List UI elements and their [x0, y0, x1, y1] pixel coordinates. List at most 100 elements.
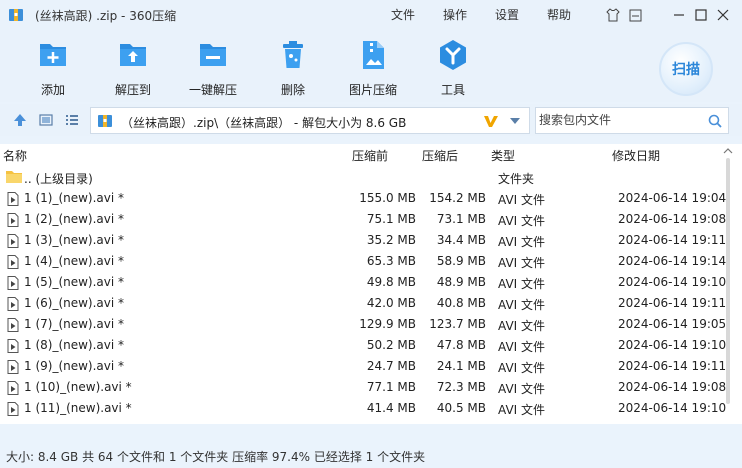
- file-name: 1 (6)_(new).avi *: [24, 296, 125, 310]
- col-name[interactable]: 名称: [3, 147, 27, 164]
- trash-icon: [283, 41, 303, 68]
- menu-file[interactable]: 文件: [391, 6, 415, 23]
- file-name: 1 (3)_(new).avi *: [24, 233, 125, 247]
- file-row[interactable]: 1 (8)_(new).avi * 50.2 MB 47.8 MB AVI 文件 202…: [0, 335, 726, 356]
- file-size-before: 155.0 MB: [359, 191, 416, 205]
- image-compress-label: 图片压缩: [348, 83, 397, 97]
- col-compressed-before[interactable]: 压缩前: [352, 147, 388, 164]
- file-size-after: 40.8 MB: [436, 296, 486, 310]
- add-icon: [40, 44, 66, 66]
- file-name: 1 (2)_(new).avi *: [24, 212, 125, 226]
- file-row[interactable]: 1 (7)_(new).avi * 129.9 MB 123.7 MB AVI 文件 2…: [0, 314, 726, 335]
- folder-icon: [6, 171, 22, 183]
- file-size-after: 34.4 MB: [436, 233, 486, 247]
- file-size-after: 73.1 MB: [436, 212, 486, 226]
- menu-operate[interactable]: 操作: [443, 6, 467, 23]
- video-file-icon: [7, 234, 19, 248]
- file-size-before: 129.9 MB: [359, 317, 416, 331]
- file-row[interactable]: 1 (2)_(new).avi * 75.1 MB 73.1 MB AVI 文件 202…: [0, 209, 726, 230]
- menu-settings[interactable]: 设置: [495, 6, 519, 23]
- file-type: AVI 文件: [498, 277, 546, 291]
- close-button[interactable]: [714, 6, 732, 24]
- extract-to-button[interactable]: 解压到: [93, 38, 173, 98]
- maximize-button[interactable]: [692, 6, 710, 24]
- file-name: 1 (10)_(new).avi *: [24, 380, 132, 394]
- feedback-icon[interactable]: [626, 6, 644, 24]
- up-arrow-icon[interactable]: [13, 113, 27, 127]
- file-date: 2024-06-14 19:11: [618, 359, 727, 373]
- file-size-before: 77.1 MB: [366, 380, 416, 394]
- file-row[interactable]: 1 (4)_(new).avi * 65.3 MB 58.9 MB AVI 文件 202…: [0, 251, 726, 272]
- file-row[interactable]: 1 (1)_(new).avi * 155.0 MB 154.2 MB AVI 文件 2…: [0, 188, 727, 209]
- search-box: [535, 107, 729, 134]
- video-file-icon: [7, 360, 19, 374]
- file-type: AVI 文件: [498, 361, 546, 375]
- file-row[interactable]: 1 (11)_(new).avi * 41.4 MB 40.5 MB AVI 文件 20…: [0, 398, 726, 419]
- file-row[interactable]: 1 (3)_(new).avi * 35.2 MB 34.4 MB AVI 文件 202…: [0, 230, 727, 251]
- scan-button[interactable]: 扫描: [659, 42, 713, 96]
- col-compressed-after[interactable]: 压缩后: [422, 147, 458, 164]
- verify-check-icon[interactable]: [483, 113, 499, 129]
- chevron-down-icon[interactable]: [509, 117, 521, 125]
- file-type: AVI 文件: [498, 256, 546, 270]
- search-icon[interactable]: [708, 114, 722, 128]
- parent-folder-row[interactable]: .. (上级目录) 文件夹: [0, 167, 724, 188]
- window-title: (丝袜高跟) .zip - 360压缩: [35, 9, 177, 23]
- path-field[interactable]: （丝袜高跟）.zip\（丝袜高跟） - 解包大小为 8.6 GB: [90, 107, 530, 134]
- title-bar: (丝袜高跟) .zip - 360压缩 文件 操作 设置 帮助: [0, 0, 742, 30]
- delete-button[interactable]: 删除: [253, 38, 333, 98]
- list-view-icon[interactable]: [65, 113, 79, 127]
- file-size-before: 65.3 MB: [366, 254, 416, 268]
- file-size-before: 50.2 MB: [366, 338, 416, 352]
- app-logo-icon: [9, 9, 23, 21]
- tools-button[interactable]: 工具: [413, 38, 493, 98]
- file-size-after: 47.8 MB: [436, 338, 486, 352]
- file-name: 1 (9)_(new).avi *: [24, 359, 125, 373]
- file-name: 1 (5)_(new).avi *: [24, 275, 125, 289]
- column-header: 名称 压缩前 压缩后 类型 修改日期: [0, 144, 742, 166]
- file-row[interactable]: 1 (10)_(new).avi * 77.1 MB 72.3 MB AVI 文件 20…: [0, 377, 726, 398]
- col-modified[interactable]: 修改日期: [612, 147, 660, 164]
- col-type[interactable]: 类型: [491, 147, 515, 164]
- video-file-icon: [7, 255, 19, 269]
- file-list: 名称 压缩前 压缩后 类型 修改日期 .. (上级目录) 文件夹 1 (1)_(…: [0, 144, 742, 424]
- search-input[interactable]: [536, 108, 696, 132]
- file-name: 1 (11)_(new).avi *: [24, 401, 132, 415]
- image-compress-icon: [363, 41, 384, 69]
- toolbar: 添加 解压到 一键解压 删除 图片压缩 工具 扫描: [0, 30, 742, 102]
- thumbnail-view-icon[interactable]: [39, 113, 53, 127]
- file-size-after: 123.7 MB: [429, 317, 486, 331]
- video-file-icon: [7, 318, 19, 332]
- file-row[interactable]: 1 (9)_(new).avi * 24.7 MB 24.1 MB AVI 文件 202…: [0, 356, 727, 377]
- file-date: 2024-06-14 19:11: [618, 233, 727, 247]
- add-button[interactable]: 添加: [13, 38, 93, 98]
- one-click-extract-button[interactable]: 一键解压: [173, 38, 253, 98]
- file-size-before: 42.0 MB: [366, 296, 416, 310]
- video-file-icon: [7, 213, 19, 227]
- menu-help[interactable]: 帮助: [547, 6, 571, 23]
- file-name: 1 (1)_(new).avi *: [24, 191, 125, 205]
- skin-icon[interactable]: [604, 6, 622, 24]
- file-size-before: 24.7 MB: [366, 359, 416, 373]
- video-file-icon: [7, 276, 19, 290]
- file-size-after: 48.9 MB: [436, 275, 486, 289]
- file-date: 2024-06-14 19:11: [618, 296, 727, 310]
- file-row[interactable]: 1 (6)_(new).avi * 42.0 MB 40.8 MB AVI 文件 202…: [0, 293, 727, 314]
- file-type: AVI 文件: [498, 193, 546, 207]
- tools-label: 工具: [440, 83, 465, 97]
- video-file-icon: [7, 192, 19, 206]
- archive-icon: [98, 115, 112, 127]
- parent-folder-name: .. (上级目录): [24, 172, 93, 186]
- minimize-button[interactable]: [670, 6, 688, 24]
- file-row[interactable]: 1 (5)_(new).avi * 49.8 MB 48.9 MB AVI 文件 202…: [0, 272, 727, 293]
- file-size-after: 40.5 MB: [436, 401, 486, 415]
- one-click-extract-icon: [200, 44, 226, 66]
- image-compress-button[interactable]: 图片压缩: [333, 38, 413, 98]
- file-date: 2024-06-14 19:10: [618, 275, 727, 289]
- video-file-icon: [7, 402, 19, 416]
- file-size-before: 49.8 MB: [366, 275, 416, 289]
- vertical-scrollbar[interactable]: [726, 158, 730, 404]
- file-type: AVI 文件: [498, 319, 546, 333]
- scroll-up-icon[interactable]: [723, 146, 733, 156]
- file-date: 2024-06-14 19:04: [618, 191, 727, 205]
